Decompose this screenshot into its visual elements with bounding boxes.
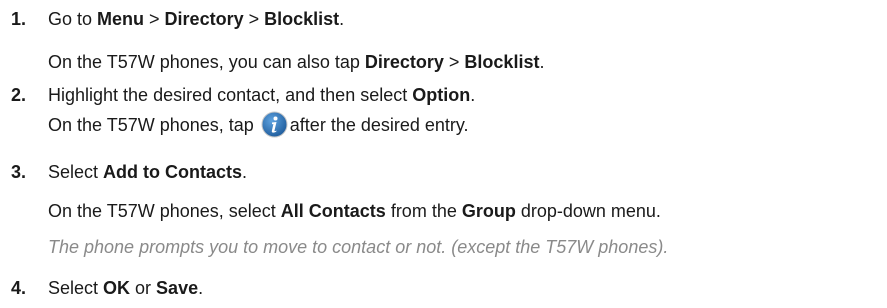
info-icon <box>261 111 288 138</box>
step-3-prompt-note: The phone prompts you to move to contact… <box>48 237 669 257</box>
step-1-text: Go to Menu > Directory > Blocklist. <box>48 9 345 29</box>
step-3-t57w-note: On the T57W phones, select All Contacts … <box>48 201 661 221</box>
step-3-text: Select Add to Contacts. <box>48 162 248 182</box>
step-2-number: 2. <box>11 85 27 105</box>
step-1-t57w-note: On the T57W phones, you can also tap Dir… <box>48 52 545 72</box>
step-3-number: 3. <box>11 162 27 182</box>
step-2-text: Highlight the desired contact, and then … <box>48 85 476 105</box>
step-4-number: 4. <box>11 278 27 298</box>
step-1-number: 1. <box>11 9 27 29</box>
step-2-t57w-note: On the T57W phones, tap after the desire… <box>48 111 469 138</box>
step-4-text: Select OK or Save. <box>48 278 204 298</box>
